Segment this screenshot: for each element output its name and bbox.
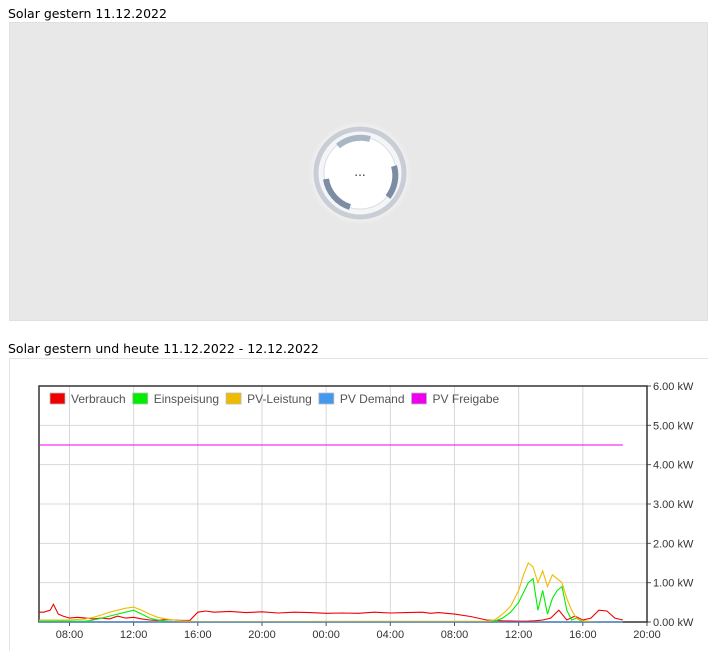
- loading-text: ...: [354, 165, 366, 179]
- x-tick-label: 20:00: [248, 629, 276, 641]
- section-title-yesterday-today: Solar gestern und heute 11.12.2022 - 12.…: [8, 341, 319, 356]
- y-tick-label: 2.00 kW: [653, 538, 694, 550]
- x-tick-label: 16:00: [569, 629, 597, 641]
- loading-spinner: ...: [308, 121, 412, 225]
- x-tick-label: 08:00: [56, 629, 84, 641]
- legend-label-4: PV Freigabe: [433, 392, 500, 406]
- y-tick-label: 5.00 kW: [653, 420, 694, 432]
- x-tick-label: 04:00: [377, 629, 405, 641]
- y-tick-label: 1.00 kW: [653, 578, 694, 590]
- legend-swatch-0: [49, 392, 66, 405]
- legend-label-0: Verbrauch: [71, 392, 126, 406]
- y-tick-label: 4.00 kW: [653, 460, 694, 472]
- y-tick-label: 6.00 kW: [653, 381, 694, 393]
- chart-panel-yesterday-today: 0.00 kW 1.00 kW 2.00 kW 3.00 kW 4.00 kW 5.00 …: [9, 358, 708, 651]
- legend-swatch-3: [318, 392, 335, 405]
- x-tick-label: 12:00: [505, 629, 533, 641]
- chart-panel-yesterday-loading: ...: [9, 22, 708, 321]
- x-tick-label: 16:00: [184, 629, 212, 641]
- legend-swatch-4: [411, 392, 427, 405]
- section-title-yesterday: Solar gestern 11.12.2022: [8, 6, 167, 21]
- x-tick-label: 12:00: [120, 629, 148, 641]
- power-line-chart: 0.00 kW 1.00 kW 2.00 kW 3.00 kW 4.00 kW 5.00 …: [38, 381, 694, 641]
- y-tick-label: 0.00 kW: [653, 617, 694, 629]
- legend-swatch-1: [132, 392, 149, 405]
- x-tick-label: 00:00: [312, 629, 340, 641]
- legend-label-3: PV Demand: [340, 392, 405, 406]
- legend-label-2: PV-Leistung: [247, 392, 312, 406]
- legend-swatch-2: [225, 392, 242, 405]
- legend-label-1: Einspeisung: [154, 392, 219, 406]
- y-tick-label: 3.00 kW: [653, 499, 694, 511]
- x-tick-label: 20:00: [633, 629, 661, 641]
- x-tick-label: 08:00: [441, 629, 469, 641]
